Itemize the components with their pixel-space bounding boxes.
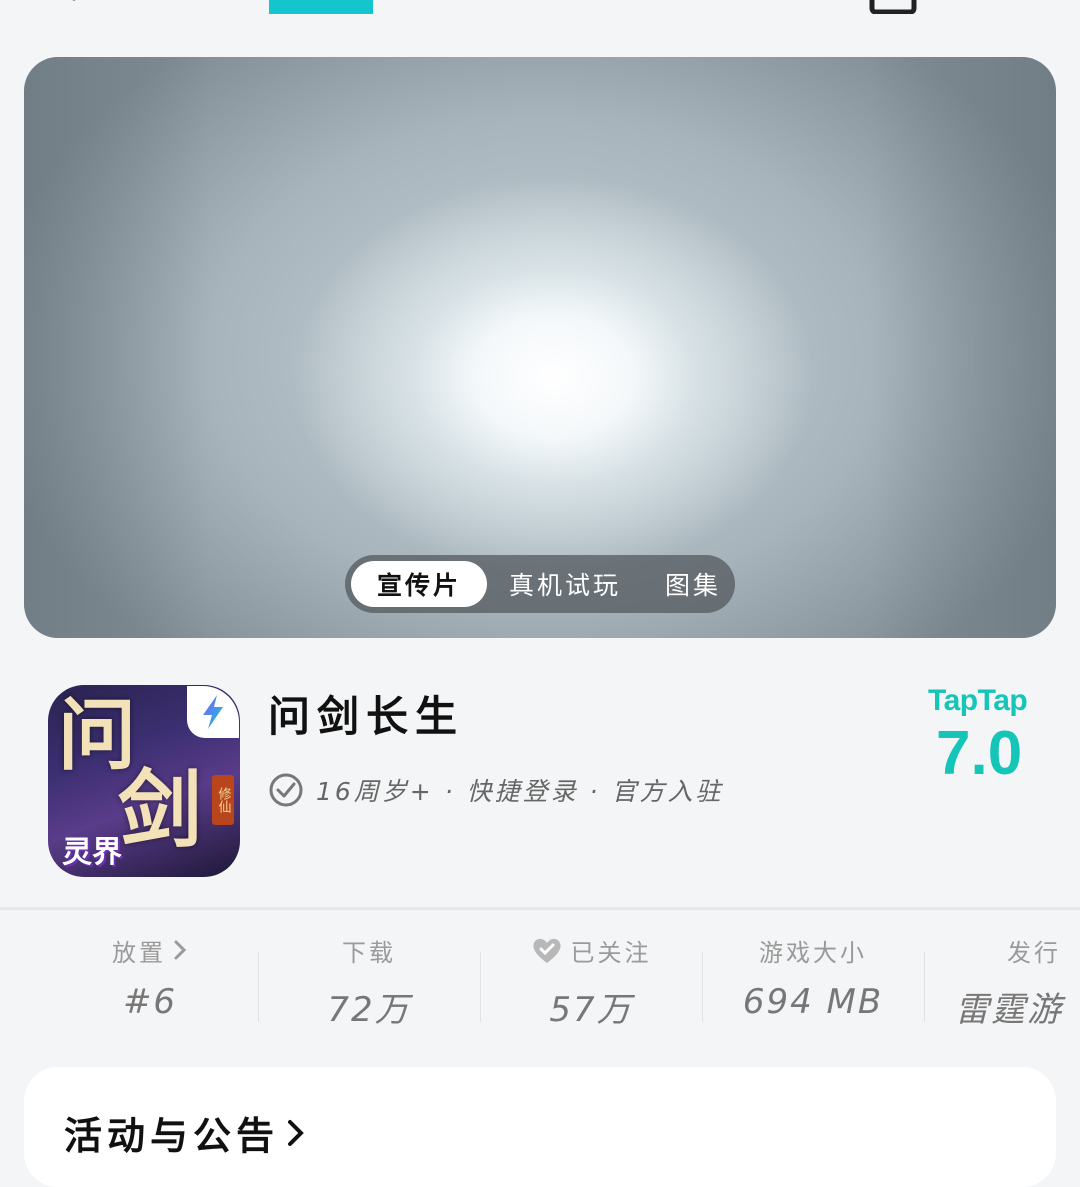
- stat-downloads: 下载 72万: [259, 930, 479, 1031]
- meta-text: 16周岁+ · 快捷登录 · 官方入驻: [316, 777, 724, 806]
- app-icon-glyph-2: 剑: [118, 760, 203, 859]
- more-icon[interactable]: [980, 0, 1010, 8]
- stat-label: 发行: [1007, 938, 1061, 967]
- stat-value: #6: [122, 982, 178, 1022]
- heart-icon: [532, 938, 561, 963]
- stat-label: 放置: [112, 938, 166, 967]
- stat-label: 已关注: [570, 938, 652, 967]
- divider: [0, 907, 1080, 910]
- stat-value: 72万: [327, 990, 411, 1030]
- app-icon-subtitle: 灵界: [62, 835, 122, 870]
- lightning-icon: [203, 695, 223, 729]
- stat-value: 雷霆游: [955, 990, 1063, 1030]
- top-nav: [0, 0, 1080, 14]
- nav-tab-4[interactable]: [565, 0, 669, 14]
- chevron-right-icon: [174, 940, 187, 960]
- lightning-badge: [187, 686, 239, 738]
- stat-divider: [702, 952, 703, 1022]
- stats-row: 放置 #6 下载 72万 已关注 57万 游戏大小 694 MB 发行 雷霆游: [0, 930, 1080, 1031]
- stat-value: 57万: [549, 990, 633, 1030]
- game-meta: 16周岁+ · 快捷登录 · 官方入驻: [268, 770, 723, 810]
- chevron-right-icon: [288, 1119, 304, 1146]
- taptap-logo: TapTap: [928, 684, 1028, 717]
- rating-score[interactable]: 7.0: [936, 718, 1022, 789]
- stat-publisher[interactable]: 发行 雷霆游: [925, 930, 1080, 1031]
- stat-divider: [258, 952, 259, 1022]
- media-tab-gameplay[interactable]: 真机试玩: [487, 561, 643, 607]
- stat-category[interactable]: 放置 #6: [40, 930, 260, 1030]
- nav-tab-3[interactable]: [420, 0, 524, 14]
- media-tab-gallery[interactable]: 图集: [643, 561, 743, 607]
- stat-size: 游戏大小 694 MB: [703, 930, 923, 1030]
- share-icon[interactable]: [868, 0, 918, 14]
- back-icon[interactable]: [66, 0, 96, 10]
- nav-tab-active[interactable]: [269, 0, 373, 14]
- media-tab-trailer[interactable]: 宣传片: [351, 561, 488, 607]
- app-icon-seal: 修仙: [212, 775, 234, 825]
- events-card[interactable]: 活动与公告: [24, 1067, 1056, 1187]
- check-circle-icon: [269, 773, 303, 807]
- stat-value: 694 MB: [742, 982, 884, 1022]
- stat-divider: [480, 952, 481, 1022]
- stat-followers[interactable]: 已关注 57万: [481, 930, 701, 1030]
- media-tabs: 宣传片 真机试玩 图集: [345, 555, 735, 613]
- stat-label: 游戏大小: [759, 938, 867, 967]
- media-banner[interactable]: [24, 57, 1056, 638]
- stat-label: 下载: [342, 938, 396, 967]
- nav-tab-1[interactable]: [120, 0, 224, 14]
- events-card-title: 活动与公告: [64, 1114, 280, 1158]
- stat-divider: [924, 952, 925, 1022]
- game-title: 问剑长生: [268, 692, 465, 741]
